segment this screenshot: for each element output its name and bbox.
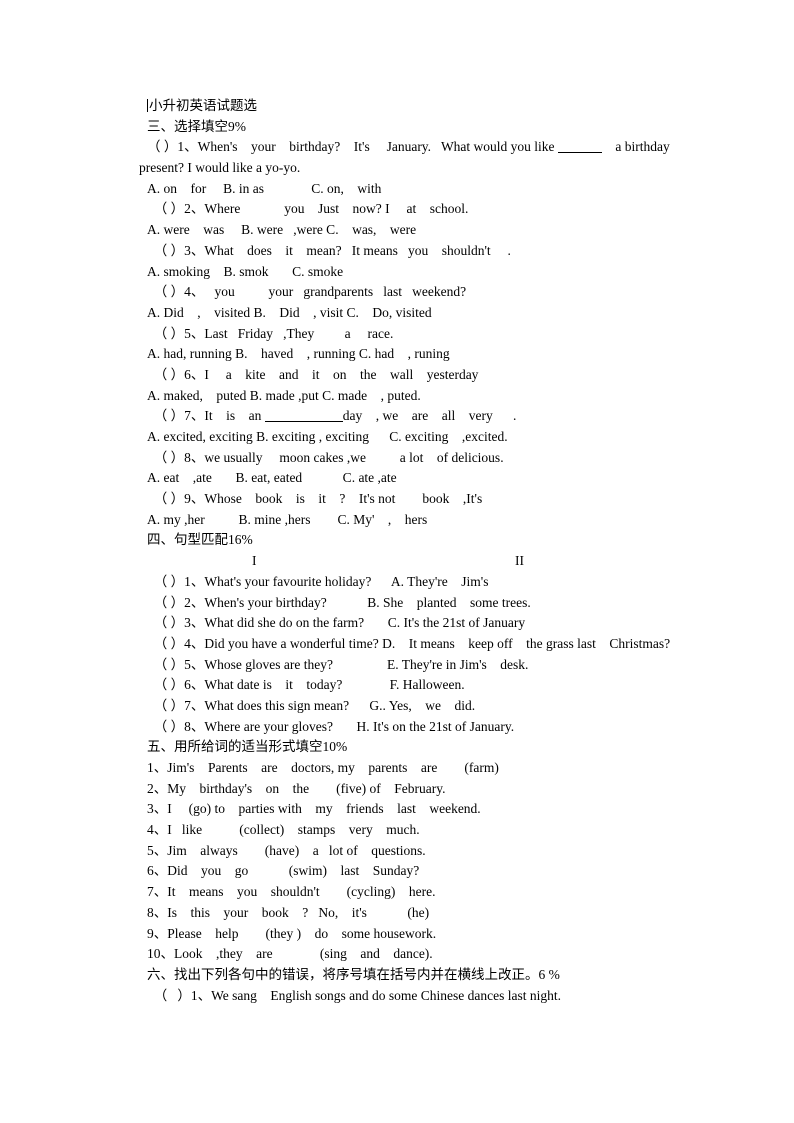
answer-blank[interactable] — [264, 410, 343, 423]
question-3-9-stem: （ ）9、Whose book is it ? It's not book ,I… — [147, 491, 483, 507]
section-heading-4: 四、句型匹配16% — [147, 530, 675, 551]
question-3-6-options: A. maked, puted B. made ,put C. made , p… — [147, 387, 421, 403]
fill-in-item: 8、Is this your book ? No, it's (he) — [147, 904, 430, 920]
matching-row: （ ）8、Where are your gloves? H. It's on t… — [147, 718, 515, 734]
section-4-title: 四、句型匹配 — [147, 532, 228, 549]
fill-in-item: 2、My birthday's on the (five) of Februar… — [147, 780, 446, 796]
question-3-7-text-a: （ ）7、It is an — [147, 408, 265, 424]
question-3-4-options: A. Did , visited B. Did , visit C. Do, v… — [147, 304, 432, 320]
section-heading-3: 三、选择填空9% — [147, 117, 675, 138]
section-5-points: 10% — [322, 739, 348, 755]
column-header-1: I — [252, 553, 257, 569]
fill-in-item: 1、Jim's Parents are doctors, my parents … — [147, 760, 499, 775]
question-3-3-options: A. smoking B. smok C. smoke — [147, 263, 344, 279]
section-6-title: 六、找出下列各句中的错误，将序号填在括号内并在横线上改正。 — [147, 966, 539, 983]
fill-in-item: 7、It means you shouldn't (cycling) here. — [147, 884, 436, 900]
column-header-2: II — [515, 553, 524, 569]
question-3-2-stem: （ ）2、Where you Just now? I at school. — [147, 201, 469, 217]
question-3-8-options: A. eat ,ate B. eat, eated C. ate ,ate — [147, 470, 397, 486]
section-5-title: 五、用所给词的适当形式填空 — [147, 739, 323, 756]
question-3-4-stem: （ ）4、 you your grandparents last weekend… — [147, 284, 467, 300]
question-3-9-options: A. my ,her B. mine ,hers C. My' , hers — [147, 511, 428, 527]
matching-row: （ ）1、What's your favourite holiday? A. T… — [147, 573, 489, 589]
fill-in-item: 5、Jim always (have) a lot of questions. — [147, 842, 426, 858]
question-3-1-text-a: （ ）1、When's your birthday? It's January.… — [147, 139, 558, 155]
fill-in-item: 3、I (go) to parties with my friends last… — [147, 801, 481, 817]
matching-row: （ ）2、When's your birthday? B. She plante… — [147, 594, 531, 610]
question-3-5-options: A. had, running B. haved , running C. ha… — [147, 346, 450, 362]
section-3-points: 9% — [228, 118, 246, 134]
section-heading-5: 五、用所给词的适当形式填空10% — [147, 737, 675, 758]
question-3-1-stem-cont: present? I would like a yo-yo. — [139, 160, 301, 176]
question-3-3-stem: （ ）3、What does it mean? It means you sho… — [147, 242, 511, 258]
question-3-5-stem: （ ）5、Last Friday ,They a race. — [147, 325, 394, 341]
matching-row: （ ）4、Did you have a wonderful time? D. I… — [147, 635, 671, 651]
section-heading-6: 六、找出下列各句中的错误，将序号填在括号内并在横线上改正。6 % — [147, 965, 675, 986]
text-cursor-caret — [147, 99, 148, 112]
matching-row: （ ）7、What does this sign mean? G.. Yes, … — [147, 697, 476, 713]
document-content: 小升初英语试题选 三、选择填空9% （ ）1、When's your birth… — [139, 96, 675, 1006]
matching-row: （ ）6、What date is it today? F. Halloween… — [147, 677, 465, 693]
fill-in-item: 4、I like (collect) stamps very much. — [147, 822, 420, 838]
document-title-row: 小升初英语试题选 — [147, 96, 675, 117]
question-3-7-stem: （ ）7、It is an day , we are all very . — [147, 406, 675, 427]
section-6-points: 6 % — [538, 966, 560, 982]
matching-row: （ ）5、Whose gloves are they? E. They're i… — [147, 656, 529, 672]
error-correction-item: （ ）1、We sang English songs and do some C… — [147, 987, 561, 1003]
fill-in-item: 6、Did you go (swim) last Sunday? — [147, 863, 420, 879]
question-3-2-options: A. were was B. were ,were C. was, were — [147, 222, 417, 238]
matching-row: （ ）3、What did she do on the farm? C. It'… — [147, 615, 526, 631]
question-3-7-options: A. excited, exciting B. exciting , excit… — [147, 429, 508, 444]
fill-in-item: 10、Look ,they are (sing and dance). — [147, 946, 433, 962]
section-3-title: 三、选择填空 — [147, 118, 228, 135]
question-3-1-options: A. on for B. in as C. on, with — [147, 180, 382, 196]
question-3-1-stem: （ ）1、When's your birthday? It's January.… — [147, 137, 675, 158]
question-3-7-text-b: day , we are all very . — [342, 408, 517, 424]
question-3-8-stem: （ ）8、we usually moon cakes ,we a lot of … — [147, 449, 504, 465]
page-title: 小升初英语试题选 — [149, 98, 257, 114]
fill-in-item: 9、Please help (they ) do some housework. — [147, 925, 437, 941]
answer-blank[interactable] — [557, 141, 602, 154]
document-page: 小升初英语试题选 三、选择填空9% （ ）1、When's your birth… — [0, 0, 794, 1123]
section-4-points: 16% — [228, 532, 253, 548]
matching-column-headers: I II — [147, 551, 675, 572]
question-3-6-stem: （ ）6、I a kite and it on the wall yesterd… — [147, 366, 479, 382]
question-3-1-text-b: a birthday — [601, 139, 670, 155]
